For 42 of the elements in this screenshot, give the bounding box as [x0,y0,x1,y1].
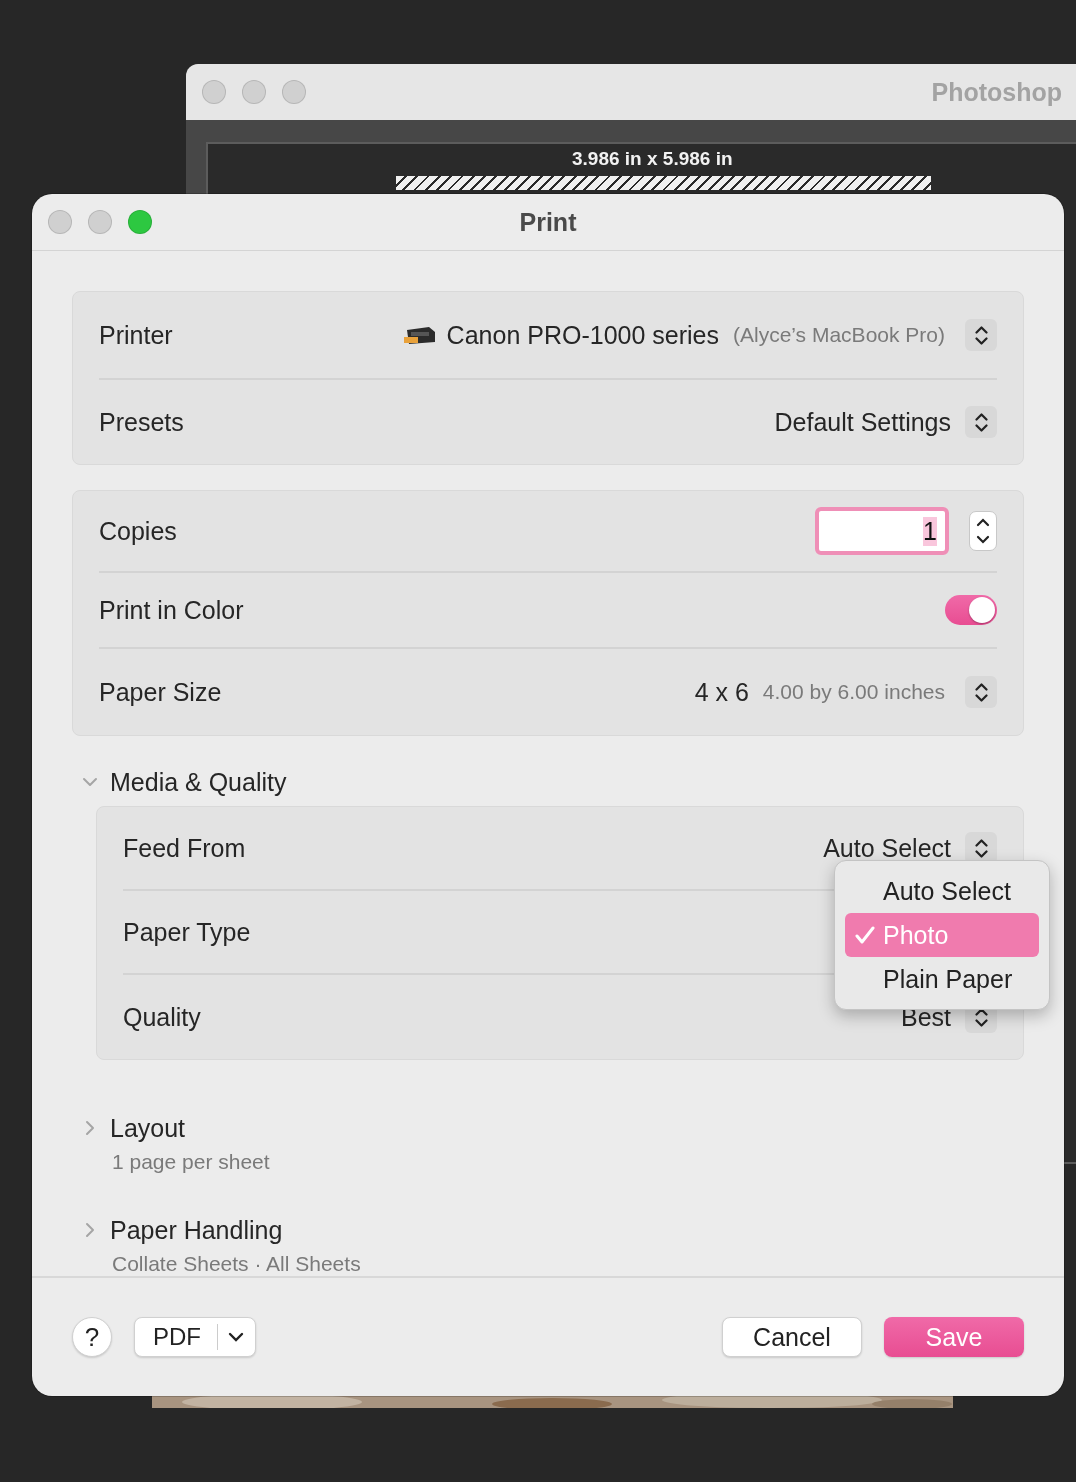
stepper-button[interactable] [969,511,997,551]
paper-size-detail: 4.00 by 6.00 inches [762,680,945,704]
section-header[interactable]: Paper Handling [72,1210,1024,1250]
section-summary: 1 page per sheet [112,1150,271,1174]
menu-item[interactable]: Auto Select [845,869,1039,913]
zoom-button[interactable] [128,210,152,234]
pdf-button[interactable]: PDF [134,1317,256,1357]
dialog-title: Print [519,207,577,237]
popup-value: 4 x 6 [694,677,749,707]
copies-field[interactable]: 1 [815,507,949,555]
setting-label: Presets [99,407,184,437]
window-title: Photoshop [931,77,1063,107]
up-down-chevron-icon [974,1007,988,1027]
help-button[interactable]: ? [72,1317,112,1357]
check-icon [855,925,875,945]
setting-label: Print in Color [99,595,244,625]
setting-label: Copies [99,516,177,546]
setting-label: Printer [99,320,173,350]
up-down-chevron-icon [974,838,988,858]
section-summary: Collate Sheets · All Sheets [112,1252,362,1276]
setting-label: Feed From [123,833,246,863]
section-header[interactable]: Layout [72,1108,1024,1148]
printer-icon [402,324,437,346]
printer-host: (Alyce’s MacBook Pro) [733,323,945,347]
up-down-chevron-icon [974,412,988,432]
chevron-down-icon [228,1331,244,1343]
popup-button[interactable] [965,676,997,708]
document-size: 3.986 in x 5.986 in [572,148,733,170]
up-down-chevron-icon [974,325,988,345]
printer-name: Canon PRO-1000 series [446,320,719,350]
up-down-chevron-icon [974,682,988,702]
setting-label: Quality [123,1002,201,1032]
menu-item[interactable]: Plain Paper [845,957,1039,1001]
color-toggle[interactable] [945,595,997,625]
setting-label: Paper Type [123,917,251,947]
popup-button[interactable] [965,319,997,351]
setting-label: Paper Size [99,677,222,707]
popup-value: Default Settings [774,407,951,437]
section-header[interactable]: Media & Quality [72,762,1024,802]
popup-value: Auto Select [823,833,951,863]
popup-button[interactable] [965,406,997,438]
cancel-button[interactable]: Cancel [722,1317,862,1357]
